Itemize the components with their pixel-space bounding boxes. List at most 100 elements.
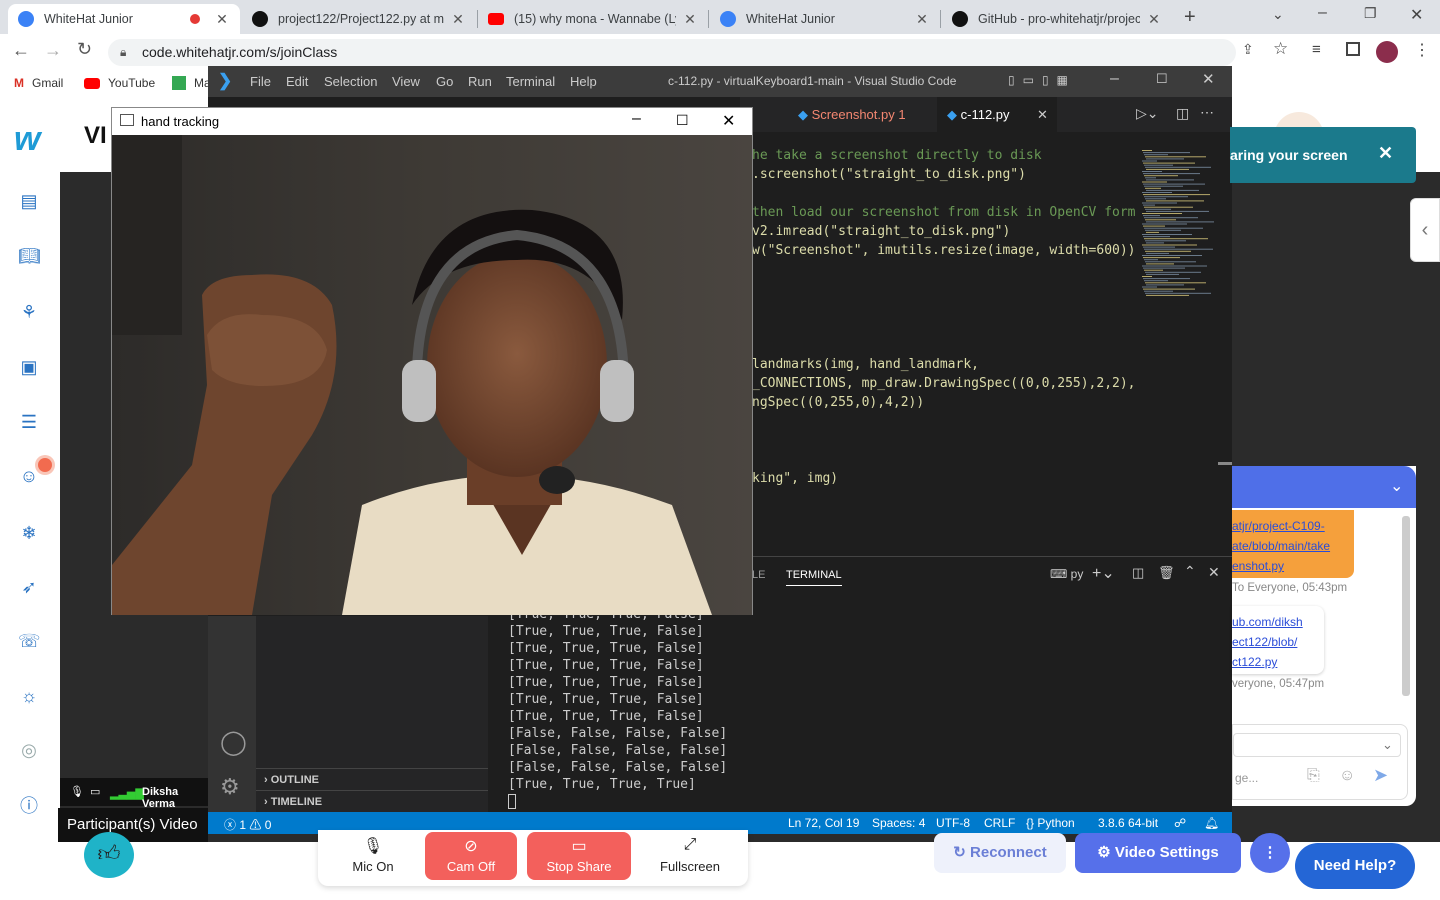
close-tab-icon[interactable]: ✕ — [1146, 11, 1162, 28]
code-editor[interactable]: he take a screenshot directly to disk .sc… — [740, 132, 1135, 488]
terminal-shell-selector[interactable]: ⌨ py — [1050, 567, 1083, 581]
run-icon[interactable]: ▷⌄ — [1136, 105, 1159, 122]
eol[interactable]: CRLF — [984, 816, 1015, 830]
mic-button[interactable]: 🎙︎ Mic On — [336, 832, 410, 880]
media-icon[interactable]: ≡ — [1312, 41, 1321, 58]
chat-message-2[interactable]: ub.com/diksh ect122/blob/ ct122.py — [1232, 606, 1324, 674]
browser-tab-whitehat[interactable]: WhiteHat Junior ✕ — [8, 4, 240, 34]
book-icon[interactable]: 📖︎ — [18, 245, 41, 267]
collapse-panel-button[interactable]: ‹ — [1410, 198, 1440, 262]
problems-indicator[interactable]: ⓧ 1 ⚠ 0 — [224, 816, 271, 833]
close-window-icon[interactable]: ✕ — [722, 111, 735, 131]
info-icon[interactable]: ⓘ — [18, 795, 40, 817]
close-tab-icon[interactable]: ✕ — [914, 11, 930, 28]
menu-terminal[interactable]: Terminal — [506, 74, 555, 89]
send-icon[interactable]: ➤ — [1373, 765, 1388, 786]
fullscreen-button[interactable]: ⤢ Fullscreen — [648, 832, 732, 880]
terminal-output[interactable]: [True, True, True, False] [True, True, Tr… — [508, 606, 1208, 809]
menu-file[interactable]: File — [250, 74, 271, 89]
rocket-icon[interactable]: ➶ — [18, 576, 40, 598]
cursor-position[interactable]: Ln 72, Col 19 — [788, 816, 859, 830]
language-mode[interactable]: {} Python — [1026, 816, 1075, 830]
more-options-button[interactable]: ⋮ — [1250, 833, 1290, 873]
editor-scrollbar[interactable] — [1218, 462, 1232, 465]
cam-off-button[interactable]: ⊘ Cam Off — [425, 832, 517, 880]
close-window-icon[interactable]: ✕ — [1410, 5, 1423, 25]
menu-view[interactable]: View — [392, 74, 420, 89]
bookmark-youtube[interactable]: YouTube — [84, 76, 155, 90]
close-tab-icon[interactable]: ✕ — [214, 11, 230, 28]
tab-search-icon[interactable]: ⌄ — [1272, 6, 1284, 23]
encoding[interactable]: UTF-8 — [936, 816, 970, 830]
minimize-icon[interactable]: – — [1110, 70, 1119, 88]
python-interpreter[interactable]: 3.8.6 64-bit — [1098, 816, 1158, 830]
maximize-icon[interactable]: ☐ — [1156, 71, 1168, 87]
outline-section[interactable]: › OUTLINE — [256, 768, 488, 790]
forward-icon[interactable]: → — [44, 40, 62, 61]
timeline-section[interactable]: › TIMELINE — [256, 790, 488, 812]
thumbs-up-icon[interactable]: 👍︎ — [84, 832, 134, 878]
panel-tab-partial[interactable]: LE — [752, 569, 765, 581]
menu-selection[interactable]: Selection — [324, 74, 377, 89]
chevron-down-icon[interactable]: ⌄ — [1390, 476, 1403, 496]
bulb-icon[interactable]: ☼ — [18, 685, 40, 707]
profile-icon[interactable]: ◎ — [18, 739, 40, 761]
share-icon[interactable]: ⇪ — [1242, 41, 1254, 58]
account-icon[interactable]: ◯ — [220, 728, 247, 757]
minimize-icon[interactable]: – — [632, 110, 641, 128]
menu-go[interactable]: Go — [436, 74, 453, 89]
close-tab-icon[interactable]: ✕ — [1037, 97, 1048, 132]
close-panel-icon[interactable]: ✕ — [1208, 564, 1220, 581]
indent-setting[interactable]: Spaces: 4 — [872, 816, 925, 830]
new-tab-icon[interactable]: + — [1184, 6, 1196, 29]
browser-tab-github[interactable]: GitHub - pro-whitehatjr/project ✕ — [942, 4, 1172, 34]
address-bar[interactable]: 🔒︎ code.whitehatjr.com/s/joinClass — [108, 39, 1236, 66]
emoji-icon[interactable]: ☺ — [18, 465, 40, 487]
bell-icon[interactable]: 🔔︎ — [1204, 816, 1219, 830]
restore-icon[interactable]: ❐ — [1364, 5, 1377, 22]
stop-share-button[interactable]: ▭ Stop Share — [527, 832, 631, 880]
maximize-panel-icon[interactable]: ⌃ — [1184, 563, 1196, 580]
new-terminal-icon[interactable]: +⌄ — [1092, 563, 1115, 583]
close-tab-icon[interactable]: ✕ — [450, 11, 466, 28]
bookmark-maps[interactable]: Ma — [172, 76, 211, 90]
close-tab-icon[interactable]: ✕ — [682, 11, 698, 28]
manage-gear-icon[interactable]: ⚙ — [220, 774, 240, 800]
trash-icon[interactable]: 🗑︎ — [1158, 565, 1175, 581]
menu-edit[interactable]: Edit — [286, 74, 308, 89]
layout-toggles-icon[interactable]: ▯▭▯▦ — [1008, 73, 1076, 87]
video-settings-button[interactable]: ⚙ Video Settings — [1075, 833, 1241, 873]
calendar-icon[interactable]: ▤ — [18, 190, 40, 212]
reconnect-button[interactable]: ↻ Reconnect — [934, 833, 1066, 873]
menu-run[interactable]: Run — [468, 74, 492, 89]
projects-icon[interactable]: ⚘ — [18, 301, 40, 323]
participants-video-label[interactable]: Participant(s) Video — [58, 808, 208, 842]
recipient-select[interactable]: ⌄ — [1233, 733, 1401, 757]
quiz-icon[interactable]: ☰ — [18, 411, 40, 433]
maximize-icon[interactable]: ☐ — [676, 112, 689, 129]
notes-icon[interactable]: ▣ — [18, 356, 40, 378]
menu-help[interactable]: Help — [570, 74, 597, 89]
tab-c-112-py[interactable]: ◆ c-112.py ✕ — [937, 97, 1057, 132]
need-help-button[interactable]: Need Help? — [1295, 843, 1415, 889]
minimize-icon[interactable]: – — [1318, 4, 1327, 22]
tab-terminal[interactable]: TERMINAL — [786, 569, 842, 586]
feedback-icon[interactable]: ☍ — [1174, 816, 1186, 830]
sidepanel-icon[interactable] — [1346, 42, 1360, 56]
split-editor-icon[interactable]: ◫ — [1176, 105, 1189, 122]
chat-scrollbar[interactable] — [1402, 516, 1410, 696]
attach-icon[interactable]: ⎘ — [1307, 767, 1320, 785]
split-terminal-icon[interactable]: ◫ — [1132, 565, 1144, 581]
close-window-icon[interactable]: ✕ — [1202, 70, 1215, 88]
tab-screenshot-py[interactable]: ◆ Screenshot.py 1 — [788, 97, 916, 132]
bookmark-star-icon[interactable]: ☆ — [1273, 39, 1288, 59]
browser-tab-github-project[interactable]: project122/Project122.py at ma ✕ — [242, 4, 476, 34]
emoji-icon[interactable]: ☺ — [1339, 767, 1355, 785]
reload-icon[interactable]: ↻ — [77, 39, 92, 60]
minimap[interactable] — [1136, 150, 1220, 300]
settings-gear-icon[interactable]: ❄ — [18, 522, 40, 544]
close-banner-icon[interactable]: ✕ — [1378, 143, 1393, 164]
more-icon[interactable]: ⋯ — [1200, 104, 1214, 121]
menu-kebab-icon[interactable]: ⋮ — [1414, 40, 1430, 60]
avatar[interactable] — [1376, 41, 1398, 63]
